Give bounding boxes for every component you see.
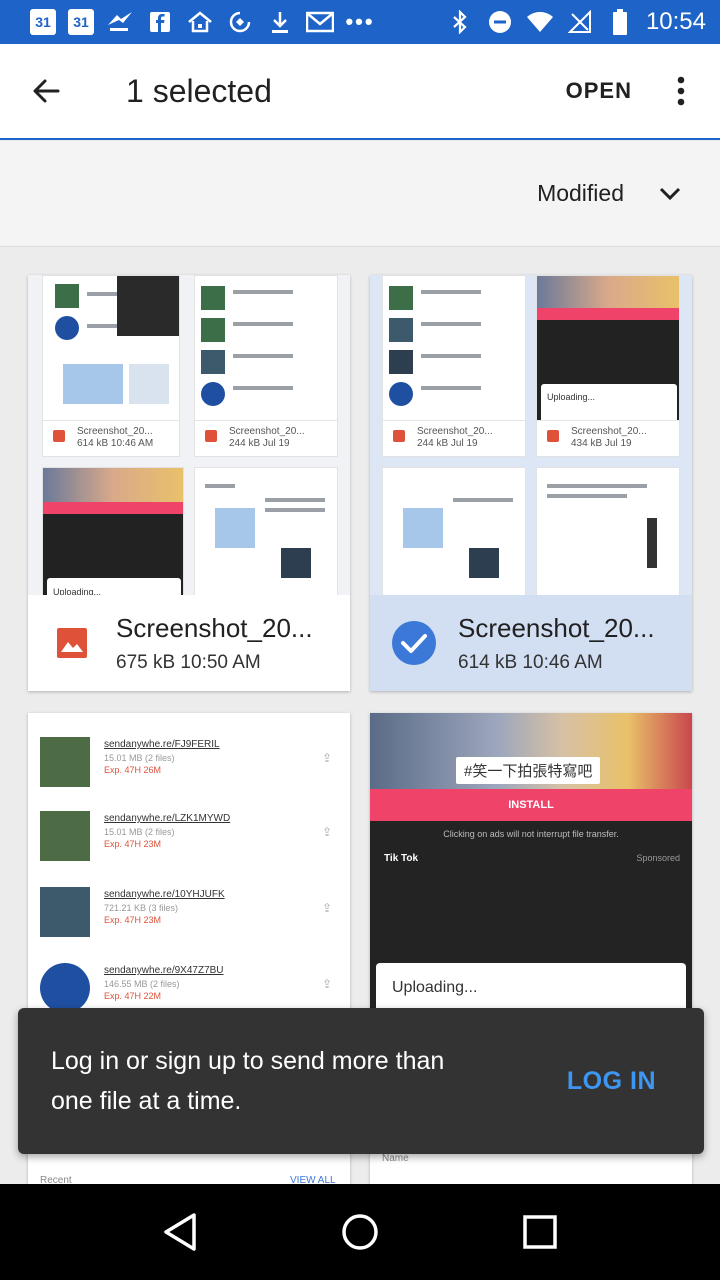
thumb-mini-screenshot	[382, 467, 526, 595]
thumb-caption: Screenshot_20... 244 kB Jul 19	[383, 420, 525, 456]
file-info: Screenshot_20... 675 kB 10:50 AM	[28, 595, 350, 691]
navigation-bar	[0, 1184, 720, 1280]
nav-recents-button[interactable]	[510, 1202, 570, 1262]
login-snackbar: Log in or sign up to send more than one …	[18, 1008, 704, 1154]
file-name: Screenshot_20...	[116, 612, 313, 643]
sendanywhere-icon	[106, 8, 134, 36]
home-icon	[186, 8, 214, 36]
list-item: sendanywhe.re/LZK1MYWD 15.01 MB (2 files…	[40, 811, 340, 871]
nav-back-button[interactable]	[150, 1202, 210, 1262]
file-name: Screenshot_20...	[458, 612, 655, 643]
file-thumbnail: Screenshot_20... 614 kB 10:46 AM Screens…	[28, 275, 350, 595]
more-notifications-icon: •••	[345, 9, 375, 34]
sort-bar: Modified	[0, 141, 720, 247]
file-meta: 614 kB 10:46 AM	[458, 651, 603, 673]
list-item: sendanywhe.re/FJ9FERIL 15.01 MB (2 files…	[40, 737, 340, 797]
thumb-caption: Screenshot_20... 434 kB Jul 19	[537, 420, 679, 456]
arrow-back-icon	[33, 79, 60, 103]
file-thumbnail: Screenshot_20... 244 kB Jul 19 Uploading…	[370, 275, 692, 595]
no-signal-icon	[566, 8, 594, 36]
square-recents-icon	[523, 1215, 557, 1249]
image-file-icon	[28, 627, 116, 659]
thumb-mini-screenshot: Uploading...	[42, 467, 184, 595]
upload-icon: ⇪	[321, 825, 332, 839]
file-card[interactable]: Screenshot_20... 614 kB 10:46 AM Screens…	[28, 275, 350, 691]
gmail-icon	[306, 8, 334, 36]
download-icon	[266, 8, 294, 36]
thumb-mini-screenshot: Screenshot_20... 244 kB Jul 19	[382, 275, 526, 457]
sort-label: Modified	[537, 180, 624, 206]
nav-home-button[interactable]	[330, 1202, 390, 1262]
thumb-mini-screenshot	[194, 467, 338, 595]
app-bar: 1 selected OPEN	[0, 44, 720, 140]
chevron-down-icon	[659, 187, 681, 200]
more-options-button[interactable]	[642, 43, 720, 139]
thumb-mini-screenshot: Screenshot_20... 244 kB Jul 19	[194, 275, 338, 457]
upload-icon: ⇪	[321, 751, 332, 765]
list-item: sendanywhe.re/10YHJUFK 721.21 KB (3 file…	[40, 887, 340, 947]
thumb-mini-screenshot	[536, 467, 680, 595]
file-card-selected[interactable]: Screenshot_20... 244 kB Jul 19 Uploading…	[370, 275, 692, 691]
calendar-icon: 31	[30, 9, 56, 35]
back-button[interactable]	[0, 43, 92, 139]
bluetooth-icon	[446, 8, 474, 36]
facebook-icon	[146, 8, 174, 36]
thumb-mini-screenshot: Uploading... Screenshot_20... 434 kB Jul…	[536, 275, 680, 457]
snackbar-message: Log in or sign up to send more than one …	[51, 1047, 445, 1115]
file-meta: 675 kB 10:50 AM	[116, 651, 261, 673]
thumb-caption: Screenshot_20... 614 kB 10:46 AM	[43, 420, 179, 456]
file-info: Screenshot_20... 614 kB 10:46 AM	[370, 595, 692, 691]
calendar-icon: 31	[68, 9, 94, 35]
upload-icon: ⇪	[321, 901, 332, 915]
status-bar: 31 31 ••• 10:54	[0, 0, 720, 44]
more-vert-icon	[677, 76, 685, 106]
triangle-back-icon	[164, 1213, 196, 1251]
check-circle-icon	[370, 620, 458, 666]
clock: 10:54	[645, 8, 706, 35]
selection-title: 1 selected	[126, 72, 272, 109]
thumb-caption: Screenshot_20... 244 kB Jul 19	[195, 420, 337, 456]
battery-icon	[606, 8, 634, 36]
sort-dropdown[interactable]: Modified	[537, 180, 682, 207]
open-button[interactable]: OPEN	[556, 68, 642, 114]
upload-icon: ⇪	[321, 977, 332, 991]
log-in-button[interactable]: LOG IN	[567, 1067, 656, 1096]
sync-icon	[226, 8, 254, 36]
circle-home-icon	[342, 1214, 378, 1250]
wifi-icon	[526, 8, 554, 36]
thumb-mini-screenshot: Screenshot_20... 614 kB 10:46 AM	[42, 275, 180, 457]
do-not-disturb-icon	[486, 8, 514, 36]
